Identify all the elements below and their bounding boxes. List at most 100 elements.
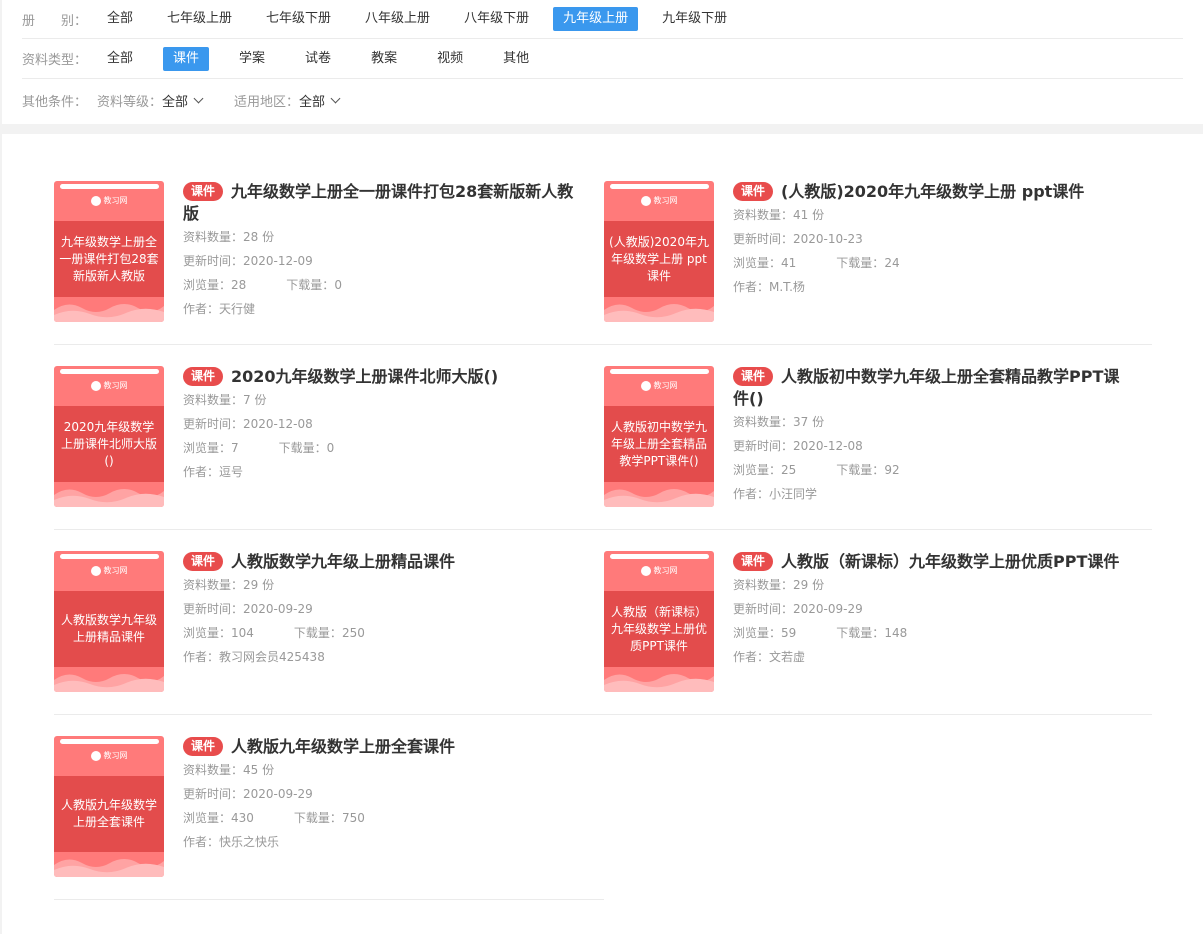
type-badge: 课件	[183, 367, 224, 386]
count-label: 资料数量：	[183, 763, 244, 777]
type-option[interactable]: 其他	[493, 47, 539, 71]
grade-option[interactable]: 七年级下册	[256, 7, 341, 31]
downloads-label: 下载量：	[836, 256, 885, 270]
item-title[interactable]: 人教版（新课标）九年级数学上册优质PPT课件	[781, 552, 1119, 571]
list-item[interactable]: 教习网 人教版数学九年级上册精品课件 课件 人教版数学九年级上册精品课件 资料数量：29…	[54, 551, 604, 736]
count-unit: 份	[258, 763, 275, 777]
item-title[interactable]: 人教版初中数学九年级上册全套精品教学PPT课件()	[733, 367, 1119, 408]
cover-logo-text: 教习网	[103, 381, 128, 390]
list-item[interactable]: 教习网 人教版（新课标）九年级数学上册优质PPT课件 课件 人教版（新课标）九年级数学…	[604, 551, 1154, 736]
updated-label: 更新时间：	[733, 439, 794, 453]
count-row: 资料数量：41 份	[733, 203, 1133, 227]
author-value: 文若虚	[769, 650, 806, 664]
type-badge: 课件	[183, 552, 224, 571]
item-title-row[interactable]: 课件 人教版九年级数学上册全套课件	[183, 736, 583, 758]
type-option[interactable]: 课件	[163, 46, 210, 71]
item-title-row[interactable]: 课件 2020九年级数学上册课件北师大版()	[183, 366, 583, 388]
author-label: 作者：	[733, 487, 770, 501]
count-value: 37	[793, 415, 809, 429]
grade-option[interactable]: 九年级下册	[652, 7, 737, 31]
logo-icon	[640, 565, 651, 576]
logo-icon	[640, 195, 651, 206]
views-label: 浏览量：	[733, 626, 782, 640]
downloads-label: 下载量：	[286, 278, 335, 292]
filter-panel: 册 别： 全部 七年级上册 七年级下册 八年级上册 八年级下册 九年级上册 九年级下册 资料…	[2, 0, 1203, 124]
count-row: 资料数量：45 份	[183, 758, 583, 782]
type-option[interactable]: 试卷	[295, 47, 341, 71]
item-title-row[interactable]: 课件 九年级数学上册全一册课件打包28套新版新人教版	[183, 181, 583, 225]
count-label: 资料数量：	[183, 393, 244, 407]
count-label: 资料数量：	[183, 230, 244, 244]
level-dropdown[interactable]: 资料等级： 全部	[97, 91, 204, 110]
item-title-row[interactable]: 课件 人教版初中数学九年级上册全套精品教学PPT课件()	[733, 366, 1133, 410]
item-title[interactable]: 人教版数学九年级上册精品课件	[231, 552, 455, 571]
list-item[interactable]: 教习网 人教版九年级数学上册全套课件 课件 人教版九年级数学上册全套课件 资料数量：45…	[54, 736, 604, 921]
item-title[interactable]: 人教版九年级数学上册全套课件	[231, 737, 455, 756]
views-value: 7	[231, 441, 239, 455]
updated-label: 更新时间：	[183, 254, 244, 268]
cover-logo-text: 教习网	[653, 196, 678, 205]
item-info: 课件 九年级数学上册全一册课件打包28套新版新人教版 资料数量：28 份更新时间：2…	[183, 181, 583, 321]
updated-label: 更新时间：	[183, 417, 244, 431]
cover-thumbnail[interactable]: 教习网 人教版（新课标）九年级数学上册优质PPT课件	[604, 551, 714, 692]
cover-thumbnail[interactable]: 教习网 2020九年级数学上册课件北师大版()	[54, 366, 164, 507]
region-value: 全部	[299, 94, 326, 110]
author-value: 小汪同学	[769, 487, 818, 501]
cover-title: 人教版（新课标）九年级数学上册优质PPT课件	[604, 591, 714, 667]
cover-thumbnail[interactable]: 教习网 人教版初中数学九年级上册全套精品教学PPT课件()	[604, 366, 714, 507]
count-label: 资料数量：	[733, 208, 794, 222]
type-option[interactable]: 视频	[427, 47, 473, 71]
item-title[interactable]: 2020九年级数学上册课件北师大版()	[231, 367, 498, 386]
cover-thumbnail[interactable]: 教习网 (人教版)2020年九年级数学上册 ppt课件	[604, 181, 714, 322]
count-value: 29	[793, 578, 809, 592]
author-label: 作者：	[733, 650, 770, 664]
type-option[interactable]: 学案	[229, 47, 275, 71]
grade-option[interactable]: 八年级上册	[355, 7, 440, 31]
cover-logo: 教习网	[54, 565, 164, 576]
updated-value: 2020-12-08	[243, 417, 313, 431]
list-item[interactable]: 教习网 九年级数学上册全一册课件打包28套新版新人教版 课件 九年级数学上册全一册课件…	[54, 181, 604, 366]
type-filter-label: 资料类型：	[22, 53, 88, 68]
item-title[interactable]: (人教版)2020年九年级数学上册 ppt课件	[781, 182, 1084, 201]
updated-row: 更新时间：2020-12-08	[733, 434, 1133, 458]
list-item[interactable]: 教习网 (人教版)2020年九年级数学上册 ppt课件 课件 (人教版)2020年九年…	[604, 181, 1154, 366]
count-row: 资料数量：29 份	[183, 573, 583, 597]
other-filter-label: 其他条件：	[22, 94, 88, 110]
author-row: 作者：快乐之快乐	[183, 830, 583, 854]
item-title-row[interactable]: 课件 人教版数学九年级上册精品课件	[183, 551, 583, 573]
type-option[interactable]: 教案	[361, 47, 407, 71]
level-label: 资料等级：	[97, 94, 163, 110]
grade-option[interactable]: 全部	[97, 7, 143, 31]
region-dropdown[interactable]: 适用地区： 全部	[234, 91, 341, 110]
cover-tab	[60, 739, 159, 744]
count-unit: 份	[258, 578, 275, 592]
stats-row: 浏览量：104 下载量：250	[183, 621, 583, 645]
count-unit: 份	[258, 230, 275, 244]
logo-icon	[90, 565, 101, 576]
cover-thumbnail[interactable]: 教习网 人教版数学九年级上册精品课件	[54, 551, 164, 692]
type-badge: 课件	[733, 552, 774, 571]
item-title-row[interactable]: 课件 人教版（新课标）九年级数学上册优质PPT课件	[733, 551, 1133, 573]
cover-logo: 教习网	[604, 380, 714, 391]
grade-option[interactable]: 七年级上册	[157, 7, 242, 31]
item-info: 课件 人教版数学九年级上册精品课件 资料数量：29 份更新时间：2020-09-29…	[183, 551, 583, 669]
downloads-label: 下载量：	[293, 811, 342, 825]
other-filter-row: 其他条件： 资料等级： 全部 适用地区： 全部	[22, 79, 1183, 121]
item-info: 课件 人教版九年级数学上册全套课件 资料数量：45 份更新时间：2020-09-29…	[183, 736, 583, 854]
logo-icon	[90, 750, 101, 761]
cover-thumbnail[interactable]: 教习网 九年级数学上册全一册课件打包28套新版新人教版	[54, 181, 164, 322]
list-item[interactable]: 教习网 人教版初中数学九年级上册全套精品教学PPT课件() 课件 人教版初中数学九年级…	[604, 366, 1154, 551]
item-title-row[interactable]: 课件 (人教版)2020年九年级数学上册 ppt课件	[733, 181, 1133, 203]
list-item[interactable]: 教习网 2020九年级数学上册课件北师大版() 课件 2020九年级数学上册课件北师大…	[54, 366, 604, 551]
type-option[interactable]: 全部	[97, 47, 143, 71]
stats-row: 浏览量：7 下载量：0	[183, 436, 583, 460]
item-title[interactable]: 九年级数学上册全一册课件打包28套新版新人教版	[183, 182, 573, 223]
grade-option[interactable]: 九年级上册	[553, 7, 639, 31]
row-divider	[604, 714, 1152, 715]
cover-thumbnail[interactable]: 教习网 人教版九年级数学上册全套课件	[54, 736, 164, 877]
downloads-value: 24	[884, 256, 900, 270]
cover-logo-text: 教习网	[653, 381, 678, 390]
grade-option[interactable]: 八年级下册	[454, 7, 539, 31]
author-row: 作者：教习网会员425438	[183, 645, 583, 669]
author-label: 作者：	[183, 835, 220, 849]
